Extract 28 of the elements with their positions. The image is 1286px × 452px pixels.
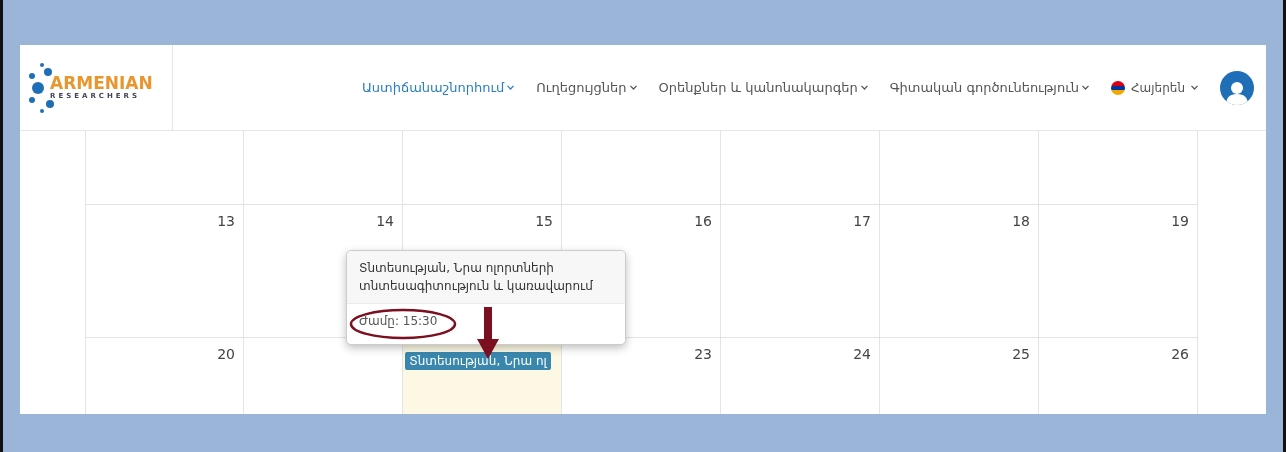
day-number: 14 (376, 213, 394, 229)
logo-title: ARMENIAN (50, 75, 153, 92)
nav-link[interactable]: Աստիճանաշնորհում (361, 80, 515, 95)
nav-link[interactable]: Գիտական գործունեություն (889, 80, 1090, 95)
day-number: 23 (694, 346, 712, 362)
day-number: 16 (694, 213, 712, 229)
nav-link[interactable]: Ուղեցույցներ (536, 80, 637, 95)
language-selector[interactable]: Հայերեն (1111, 80, 1198, 95)
day-number: 17 (853, 213, 871, 229)
flag-icon (1111, 80, 1126, 95)
day-number: 20 (217, 346, 235, 362)
caret-icon (507, 85, 515, 90)
day-number: 24 (853, 346, 871, 362)
day-number: 19 (1171, 213, 1189, 229)
caret-icon (629, 85, 637, 90)
day-number: 15 (535, 213, 553, 229)
popover-title: Տնտեսության, Նրա ոլորտների տնտեսագիտություն և կառավարում (347, 251, 625, 304)
day-number: 13 (217, 213, 235, 229)
caret-icon (860, 85, 868, 90)
event-time: Ժամը: 15:30 (359, 314, 438, 328)
caret-icon (1191, 85, 1198, 90)
calendar-event[interactable]: Տնտեսության, Նրա ոլ (405, 352, 551, 370)
nav-link[interactable]: Օրենքներ և կանոնակարգեր (658, 80, 868, 95)
caret-icon (1082, 85, 1090, 90)
user-avatar[interactable] (1220, 70, 1254, 105)
day-number: 25 (1012, 346, 1030, 362)
day-number: 18 (1012, 213, 1030, 229)
day-number: 26 (1171, 346, 1189, 362)
